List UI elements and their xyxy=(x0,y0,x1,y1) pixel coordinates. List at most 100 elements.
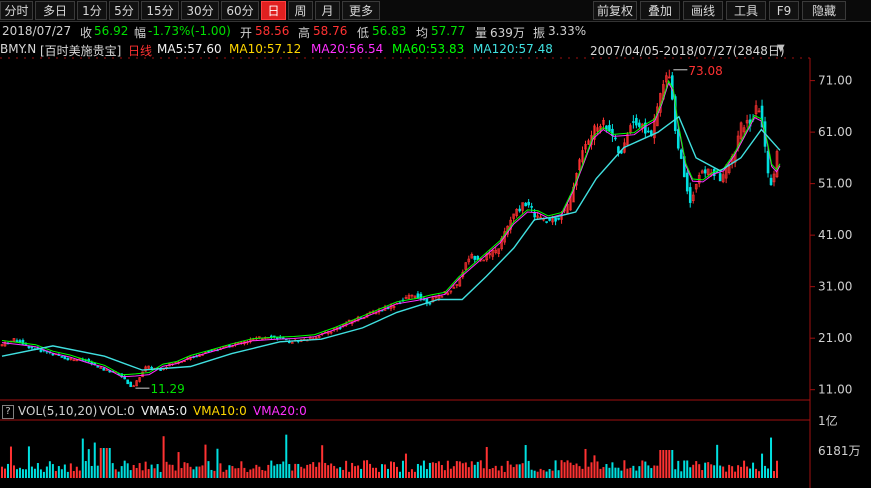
volume-bar xyxy=(596,461,599,478)
volume-bar xyxy=(216,448,219,478)
volume-bar xyxy=(144,461,147,478)
volume-bar xyxy=(452,466,455,478)
volume-bar xyxy=(102,448,105,478)
candle-body xyxy=(632,121,635,123)
candle-body xyxy=(685,172,689,192)
volume-bar xyxy=(111,463,114,478)
candle-body xyxy=(527,201,530,206)
volume-bar xyxy=(422,460,425,478)
volume-bar xyxy=(297,463,300,478)
volume-bar xyxy=(527,460,530,478)
volume-bar xyxy=(395,466,398,478)
volume-bar xyxy=(222,471,225,478)
y-tick-label: 41.00 xyxy=(818,228,852,242)
volume-bar xyxy=(683,460,686,478)
ma60-line xyxy=(1,79,781,376)
volume-bar xyxy=(288,464,291,478)
volume-bar xyxy=(150,464,153,478)
volume-bar xyxy=(512,467,515,478)
ma20-line xyxy=(1,81,781,378)
volume-bar xyxy=(54,471,57,478)
volume-bar xyxy=(410,469,413,478)
volume-bar xyxy=(24,469,27,478)
volume-bar xyxy=(773,471,776,478)
volume-bar xyxy=(743,460,746,478)
candle-body xyxy=(440,296,444,298)
volume-bar xyxy=(57,466,60,478)
volume-bar xyxy=(716,444,719,478)
volume-bar xyxy=(285,434,288,478)
volume-bar xyxy=(548,469,551,478)
volume-bar xyxy=(407,471,410,478)
volume-bar xyxy=(345,460,348,478)
candle-body xyxy=(39,349,43,353)
volume-bar xyxy=(354,466,357,478)
volume-bar xyxy=(96,465,99,478)
volume-bar xyxy=(240,461,243,478)
candle-body xyxy=(647,130,650,133)
volume-bar xyxy=(195,466,198,478)
candle-body xyxy=(524,202,527,207)
volume-bar xyxy=(186,463,189,478)
volume-bar xyxy=(60,469,63,478)
candle-body xyxy=(96,365,100,368)
volume-bar xyxy=(351,462,354,478)
volume-bar xyxy=(324,462,327,478)
volume-bar xyxy=(566,460,569,478)
volume-bar xyxy=(755,468,758,478)
volume-bar xyxy=(213,470,216,478)
y-tick-label: 51.00 xyxy=(818,177,852,191)
volume-bar xyxy=(189,466,192,478)
volume-bar xyxy=(467,467,470,478)
volume-bar xyxy=(503,471,506,478)
volume-bar xyxy=(9,446,12,478)
volume-bar xyxy=(153,468,156,478)
volume-bar xyxy=(629,467,632,478)
volume-bar xyxy=(90,465,93,478)
volume-bar xyxy=(237,468,240,478)
volume-bar xyxy=(105,448,108,478)
volume-bar xyxy=(746,466,749,478)
volume-bar xyxy=(458,461,461,478)
y-tick-label: 31.00 xyxy=(818,280,852,294)
volume-bar xyxy=(560,460,563,478)
volume-bar xyxy=(446,460,449,478)
volume-bar xyxy=(228,465,231,478)
volume-bar xyxy=(401,460,404,478)
volume-bar xyxy=(342,469,345,478)
volume-bar xyxy=(108,448,111,478)
volume-bar xyxy=(515,464,518,478)
volume-bar xyxy=(303,468,306,478)
volume-bar xyxy=(204,444,207,478)
volume-bar xyxy=(6,463,9,478)
volume-bar xyxy=(569,462,572,478)
volume-bar xyxy=(665,450,668,478)
volume-bar xyxy=(776,460,779,478)
volume-bar xyxy=(381,464,384,478)
volume-bar xyxy=(387,468,390,478)
volume-bar xyxy=(674,469,677,478)
volume-bar xyxy=(581,468,584,478)
volume-bar xyxy=(384,464,387,478)
volume-bar xyxy=(557,470,560,478)
volume-tick-label: 6181万 xyxy=(818,444,861,458)
volume-bar xyxy=(171,464,174,478)
volume-bar xyxy=(66,471,69,478)
volume-bar xyxy=(536,471,539,478)
volume-bar xyxy=(506,460,509,478)
candle-body xyxy=(688,187,692,203)
candle-body xyxy=(617,146,620,153)
price-chart[interactable]: 11.00 21.00 31.00 41.00 51.00 61.00 71.00 1亿 618… xyxy=(0,0,871,488)
volume-bar xyxy=(252,468,255,478)
volume-bar xyxy=(93,442,96,478)
volume-bar xyxy=(168,464,171,478)
volume-bar xyxy=(48,461,51,478)
candle-body xyxy=(530,206,533,208)
volume-bar xyxy=(740,466,743,478)
volume-bar xyxy=(300,466,303,478)
candle-body xyxy=(545,221,548,223)
volume-bar xyxy=(270,460,273,478)
volume-bar xyxy=(476,461,479,478)
volume-bar xyxy=(210,469,213,478)
volume-bar xyxy=(234,468,237,478)
